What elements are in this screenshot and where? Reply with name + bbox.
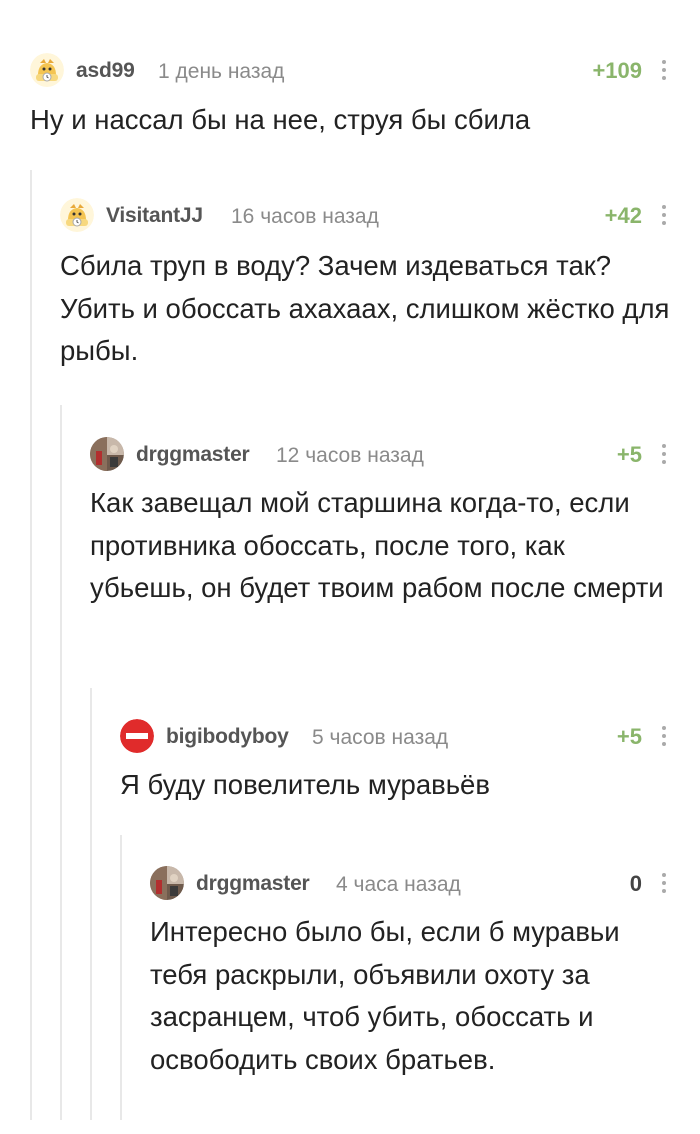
- hamster-avatar-icon[interactable]: [30, 53, 64, 87]
- comment-timestamp: 12 часов назад: [276, 444, 424, 467]
- rating-value: +109: [592, 58, 642, 83]
- thread-line-level-1: [30, 170, 32, 1120]
- comment-visitantjj: VisitantJJ 16 часов назад +42 Сбила труп…: [60, 197, 700, 373]
- comment-timestamp: 4 часа назад: [336, 873, 461, 896]
- comment-header: bigibodyboy 5 часов назад +5: [120, 718, 700, 758]
- comment-drggmaster-1: drggmaster 12 часов назад +5 Как завещал…: [90, 436, 700, 610]
- comment-header: VisitantJJ 16 часов назад +42: [60, 197, 700, 237]
- rating-value: +42: [604, 203, 642, 228]
- more-options-icon[interactable]: [656, 201, 672, 229]
- comment-asd99: asd99 1 день назад +109 Ну и нассал бы н…: [30, 52, 700, 142]
- rating-value: +5: [616, 724, 642, 749]
- no-entry-sign-avatar-icon[interactable]: [120, 719, 154, 753]
- more-options-icon[interactable]: [656, 56, 672, 84]
- comment-text: Ну и нассал бы на нее, струя бы сбила: [30, 104, 531, 135]
- comment-timestamp: 1 день назад: [158, 60, 285, 83]
- comment-text: Интересно было бы, если б муравьи тебя р…: [150, 916, 620, 1075]
- comment-text: Я буду повелитель муравьёв: [120, 769, 490, 800]
- comment-timestamp: 5 часов назад: [312, 726, 449, 749]
- username-link[interactable]: drggmaster: [136, 443, 250, 467]
- rating-value: +5: [616, 442, 642, 467]
- thread-line-level-2: [60, 405, 62, 1120]
- username-link[interactable]: bigibodyboy: [166, 725, 289, 749]
- comment-text: Сбила труп в воду? Зачем издеваться так?…: [60, 250, 670, 366]
- comment-drggmaster-2: drggmaster 4 часа назад 0 Интересно было…: [150, 865, 700, 1081]
- hamster-avatar-icon[interactable]: [60, 198, 94, 232]
- comment-header: drggmaster 12 часов назад +5: [90, 436, 700, 476]
- user-photo-avatar-icon[interactable]: [150, 866, 184, 900]
- more-options-icon[interactable]: [656, 869, 672, 897]
- comment-text: Как завещал мой старшина когда-то, если …: [90, 487, 664, 603]
- more-options-icon[interactable]: [656, 722, 672, 750]
- username-link[interactable]: asd99: [76, 59, 135, 83]
- comment-timestamp: 16 часов назад: [231, 205, 379, 228]
- thread-line-level-4: [120, 835, 122, 1120]
- thread-line-level-3: [90, 688, 92, 1120]
- username-link[interactable]: VisitantJJ: [106, 204, 203, 228]
- username-link[interactable]: drggmaster: [196, 872, 310, 896]
- user-photo-avatar-icon[interactable]: [90, 437, 124, 471]
- comment-header: asd99 1 день назад +109: [30, 52, 700, 92]
- comment-bigibodyboy: bigibodyboy 5 часов назад +5 Я буду пове…: [120, 718, 700, 807]
- more-options-icon[interactable]: [656, 440, 672, 468]
- rating-value: 0: [629, 871, 642, 896]
- comment-header: drggmaster 4 часа назад 0: [150, 865, 700, 905]
